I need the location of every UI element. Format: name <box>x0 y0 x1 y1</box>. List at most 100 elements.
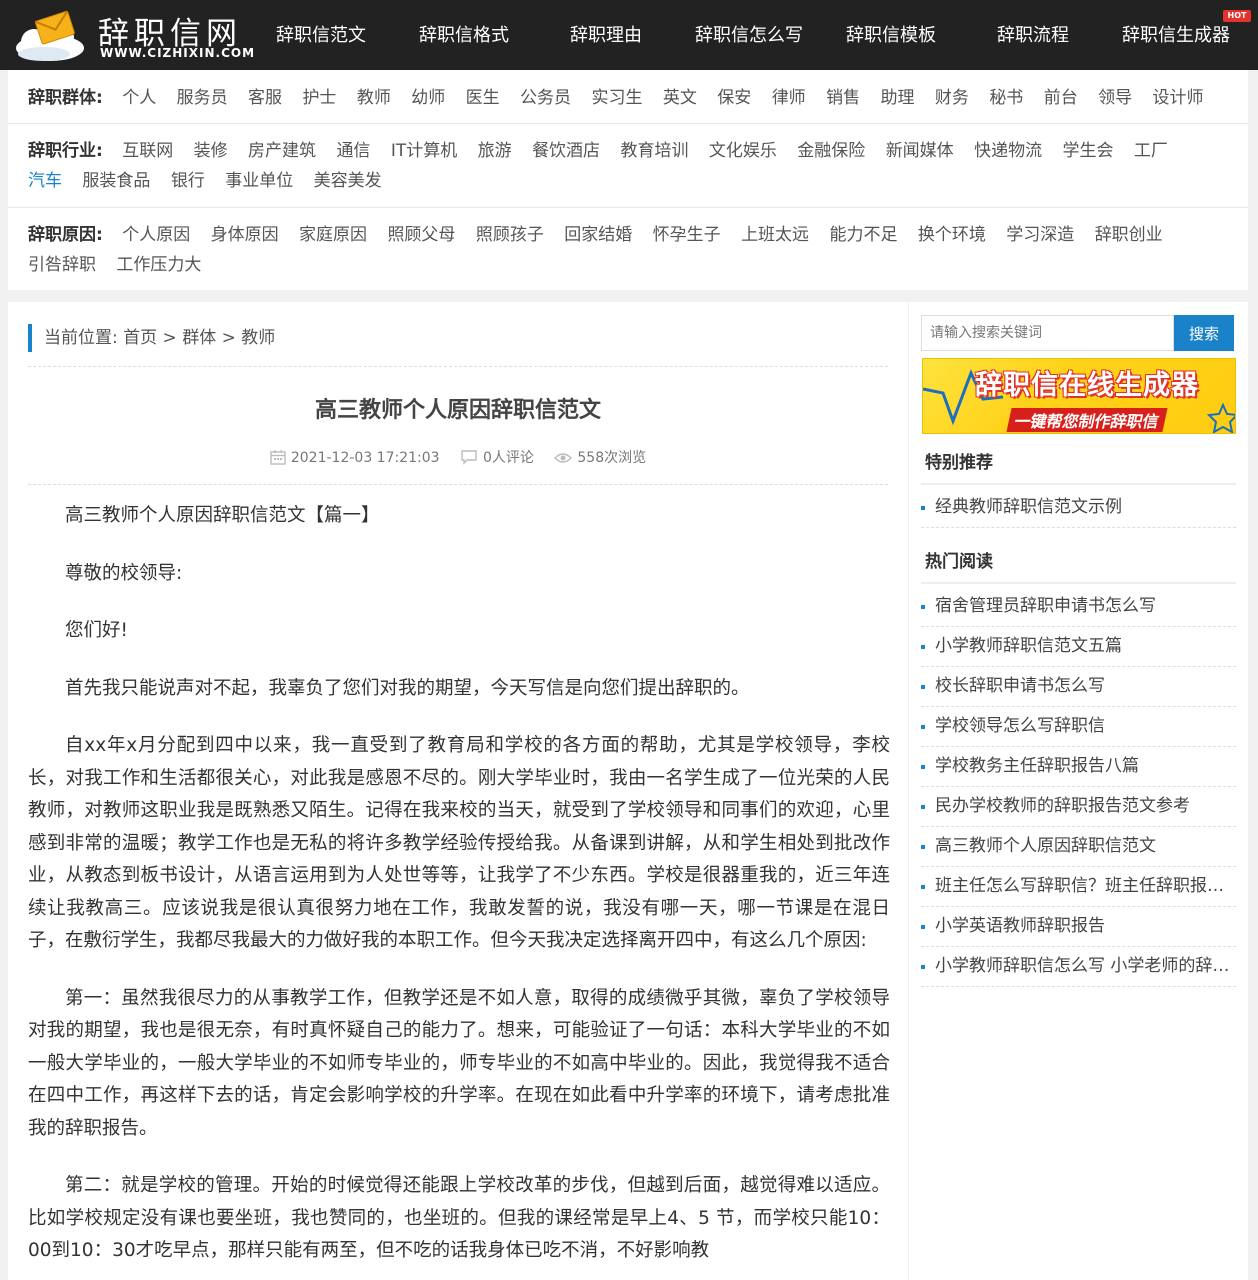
category-link[interactable]: 文化娱乐 <box>709 141 777 161</box>
divider <box>921 582 1236 584</box>
category-link[interactable]: 照顾父母 <box>387 225 455 245</box>
category-link[interactable]: 新闻媒体 <box>886 141 954 161</box>
search-button[interactable]: 搜索 <box>1174 315 1234 351</box>
breadcrumb-prefix: 当前位置: <box>44 328 118 348</box>
category-link[interactable]: 银行 <box>171 171 205 191</box>
sidebar: 搜索 辞职信在线生成器 一键帮您制作辞职信 特别推荐 经典教师辞职信范文示例 热… <box>908 302 1248 1280</box>
breadcrumb-current[interactable]: 教师 <box>241 328 275 348</box>
nav-how-to-write[interactable]: 辞职信怎么写 <box>695 21 803 47</box>
category-link[interactable]: 工作压力大 <box>116 255 201 275</box>
article-date: 2021-12-03 17:21:03 <box>290 450 440 466</box>
hot-article-link[interactable]: 宿舍管理员辞职申请书怎么写 <box>921 587 1236 627</box>
divider <box>28 366 888 367</box>
hot-article-link[interactable]: 高三教师个人原因辞职信范文 <box>921 827 1236 867</box>
divider <box>28 484 888 485</box>
category-link[interactable]: 旅游 <box>478 141 512 161</box>
category-link[interactable]: 实习生 <box>591 88 642 108</box>
banner-title: 辞职信在线生成器 <box>975 370 1199 401</box>
hot-article-link[interactable]: 小学教师辞职信范文五篇 <box>921 627 1236 667</box>
category-label-industries: 辞职行业: <box>28 141 103 161</box>
featured-heading: 特别推荐 <box>925 453 993 473</box>
category-link[interactable]: 装修 <box>194 141 228 161</box>
category-link[interactable]: 房产建筑 <box>248 141 316 161</box>
category-link[interactable]: 服装食品 <box>82 171 150 191</box>
category-link[interactable]: 引咎辞职 <box>28 255 96 275</box>
category-link[interactable]: 快递物流 <box>974 141 1042 161</box>
hot-badge: HOT <box>1223 10 1251 22</box>
category-link[interactable]: 身体原因 <box>211 225 279 245</box>
category-link[interactable]: 餐饮酒店 <box>532 141 600 161</box>
eye-icon <box>554 453 573 463</box>
site-logo[interactable]: 辞职信网 WWW.CIZHIXIN.COM <box>14 6 254 64</box>
category-link[interactable]: 护士 <box>302 88 336 108</box>
nav-process[interactable]: 辞职流程 <box>997 21 1069 47</box>
category-link[interactable]: 学生会 <box>1063 141 1114 161</box>
category-link[interactable]: 设计师 <box>1153 88 1204 108</box>
category-link[interactable]: 助理 <box>881 88 915 108</box>
category-link[interactable]: 保安 <box>717 88 751 108</box>
category-link[interactable]: 工厂 <box>1134 141 1168 161</box>
hot-article-link[interactable]: 学校领导怎么写辞职信 <box>921 707 1236 747</box>
category-link[interactable]: 服务员 <box>177 88 228 108</box>
category-link[interactable]: 辞职创业 <box>1095 225 1163 245</box>
article-title: 高三教师个人原因辞职信范文 <box>314 398 601 423</box>
category-link[interactable]: 学习深造 <box>1006 225 1074 245</box>
article-paragraph: 第一：虽然我很尽力的从事教学工作，但教学还是不如人意，取得的成绩微乎其微，辜负了… <box>28 987 890 1139</box>
nav-generator[interactable]: 辞职信生成器 <box>1122 21 1230 47</box>
category-link[interactable]: 个人原因 <box>122 225 190 245</box>
category-link[interactable]: 前台 <box>1044 88 1078 108</box>
category-link[interactable]: 秘书 <box>989 88 1023 108</box>
category-link[interactable]: 销售 <box>826 88 860 108</box>
category-link[interactable]: 律师 <box>772 88 806 108</box>
hot-article-link[interactable]: 学校教务主任辞职报告八篇 <box>921 747 1236 787</box>
search-box: 搜索 <box>921 315 1234 351</box>
category-link[interactable]: 个人 <box>122 88 156 108</box>
category-link[interactable]: 能力不足 <box>829 225 897 245</box>
category-link[interactable]: 英文 <box>663 88 697 108</box>
hot-article-link[interactable]: 小学教师辞职信怎么写 小学老师的辞职信范文 <box>921 947 1236 987</box>
category-link[interactable]: 领导 <box>1098 88 1132 108</box>
category-link[interactable]: 互联网 <box>122 141 173 161</box>
category-link[interactable]: 财务 <box>935 88 969 108</box>
comment-icon <box>461 450 477 465</box>
category-link[interactable]: IT计算机 <box>391 141 457 161</box>
category-link[interactable]: 金融保险 <box>797 141 865 161</box>
search-input[interactable] <box>921 315 1174 351</box>
category-link[interactable]: 回家结婚 <box>564 225 632 245</box>
category-link[interactable]: 上班太远 <box>741 225 809 245</box>
category-row-industries: 辞职行业: 互联网 装修 房产建筑 通信 IT计算机 旅游 餐饮酒店 教育培训 … <box>28 136 1228 166</box>
date-meta: 2021-12-03 17:21:03 <box>270 450 444 466</box>
divider <box>921 483 1236 485</box>
category-link[interactable]: 通信 <box>336 141 370 161</box>
category-link-active[interactable]: 汽车 <box>28 171 62 191</box>
category-link[interactable]: 事业单位 <box>225 171 293 191</box>
category-link[interactable]: 怀孕生子 <box>653 225 721 245</box>
article-panel: 当前位置: 首页 > 群体 > 教师 高三教师个人原因辞职信范文 2021-12… <box>8 302 908 1280</box>
generator-banner[interactable]: 辞职信在线生成器 一键帮您制作辞职信 <box>922 358 1236 434</box>
hot-reading-heading: 热门阅读 <box>925 552 993 572</box>
category-link[interactable]: 美容美发 <box>314 171 382 191</box>
category-link[interactable]: 教育培训 <box>620 141 688 161</box>
article-paragraph: 高三教师个人原因辞职信范文【篇一】 <box>65 505 380 526</box>
hot-article-link[interactable]: 民办学校教师的辞职报告范文参考 <box>921 787 1236 827</box>
category-link[interactable]: 医生 <box>466 88 500 108</box>
nav-reasons[interactable]: 辞职理由 <box>570 21 642 47</box>
hot-article-link[interactable]: 校长辞职申请书怎么写 <box>921 667 1236 707</box>
category-link[interactable]: 家庭原因 <box>299 225 367 245</box>
nav-letter-samples[interactable]: 辞职信范文 <box>276 21 366 47</box>
category-link[interactable]: 教师 <box>357 88 391 108</box>
breadcrumb-home[interactable]: 首页 <box>123 328 157 348</box>
breadcrumb-group[interactable]: 群体 <box>182 328 216 348</box>
category-link[interactable]: 照顾孩子 <box>476 225 544 245</box>
nav-templates[interactable]: 辞职信模板 <box>846 21 936 47</box>
nav-letter-format[interactable]: 辞职信格式 <box>419 21 509 47</box>
featured-link[interactable]: 经典教师辞职信范文示例 <box>921 488 1236 528</box>
hot-article-link[interactable]: 小学英语教师辞职报告 <box>921 907 1236 947</box>
hot-article-link[interactable]: 班主任怎么写辞职信？班主任辞职报告范文 <box>921 867 1236 907</box>
category-link[interactable]: 客服 <box>248 88 282 108</box>
category-link[interactable]: 幼师 <box>411 88 445 108</box>
category-link[interactable]: 换个环境 <box>918 225 986 245</box>
breadcrumb: 当前位置: 首页 > 群体 > 教师 <box>28 324 275 352</box>
category-link[interactable]: 公务员 <box>520 88 571 108</box>
category-row-reasons-2: 引咎辞职 工作压力大 <box>28 250 1228 280</box>
